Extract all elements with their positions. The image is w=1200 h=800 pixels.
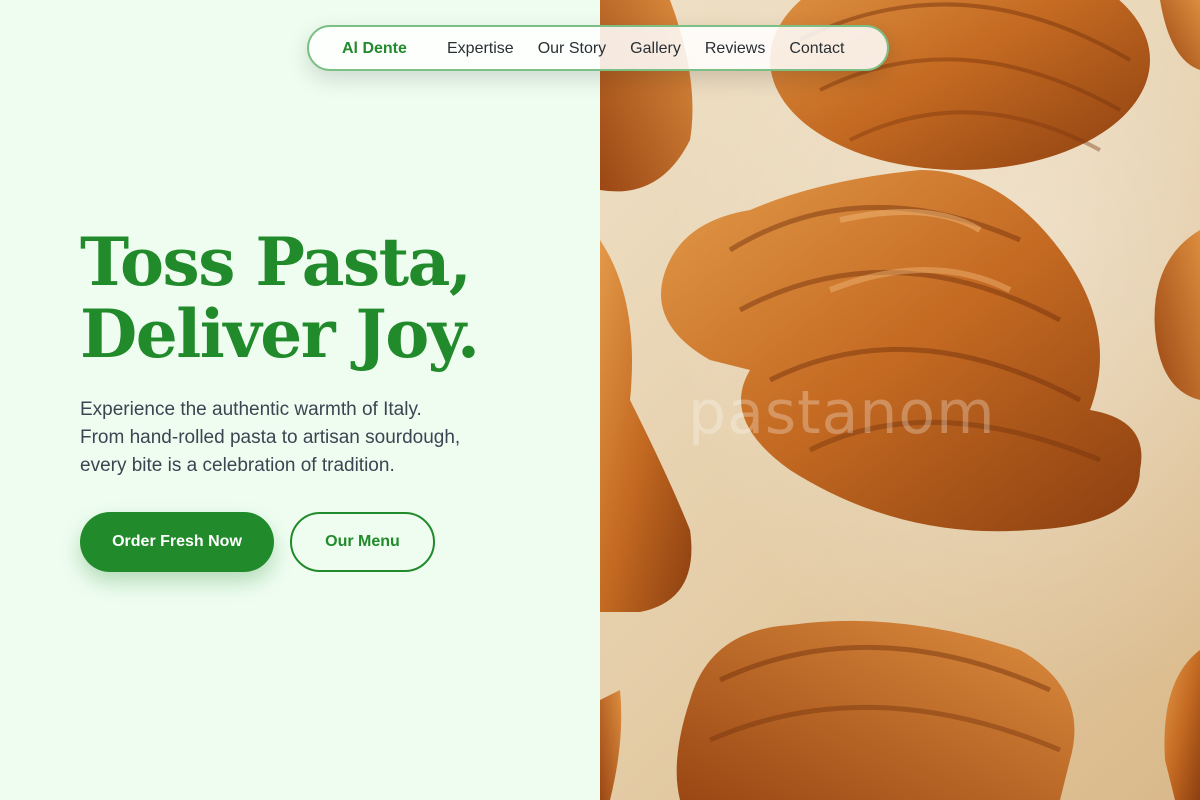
image-watermark: pastanom: [688, 378, 996, 448]
hero-headline: Toss Pasta, Deliver Joy.: [80, 223, 480, 373]
croissant-center: [661, 170, 1142, 532]
order-fresh-now-button[interactable]: Order Fresh Now: [80, 512, 274, 572]
nav-links: Expertise Our Story Gallery Reviews Cont…: [447, 40, 844, 58]
description-line-1: Experience the authentic warmth of Italy…: [80, 399, 422, 420]
hero-image-croissants: pastanom: [600, 0, 1200, 800]
our-menu-button[interactable]: Our Menu: [290, 512, 435, 572]
description-line-3: every bite is a celebration of tradition…: [80, 455, 395, 476]
nav-link-reviews[interactable]: Reviews: [705, 40, 765, 58]
nav-link-our-story[interactable]: Our Story: [538, 40, 606, 58]
croissant-right-edge: [1154, 0, 1200, 800]
nav-link-contact[interactable]: Contact: [789, 40, 844, 58]
hero-description: Experience the authentic warmth of Italy…: [80, 396, 550, 480]
top-navigation: Al Dente Expertise Our Story Gallery Rev…: [307, 25, 889, 71]
headline-line-1: Toss Pasta,: [80, 223, 472, 301]
croissant-left-edge: [600, 0, 693, 800]
brand-logo-text[interactable]: Al Dente: [342, 40, 407, 58]
headline-line-2: Deliver Joy.: [80, 295, 480, 373]
nav-link-expertise[interactable]: Expertise: [447, 40, 514, 58]
nav-link-gallery[interactable]: Gallery: [630, 40, 681, 58]
description-line-2: From hand-rolled pasta to artisan sourdo…: [80, 427, 461, 448]
croissant-bottom: [676, 620, 1075, 800]
